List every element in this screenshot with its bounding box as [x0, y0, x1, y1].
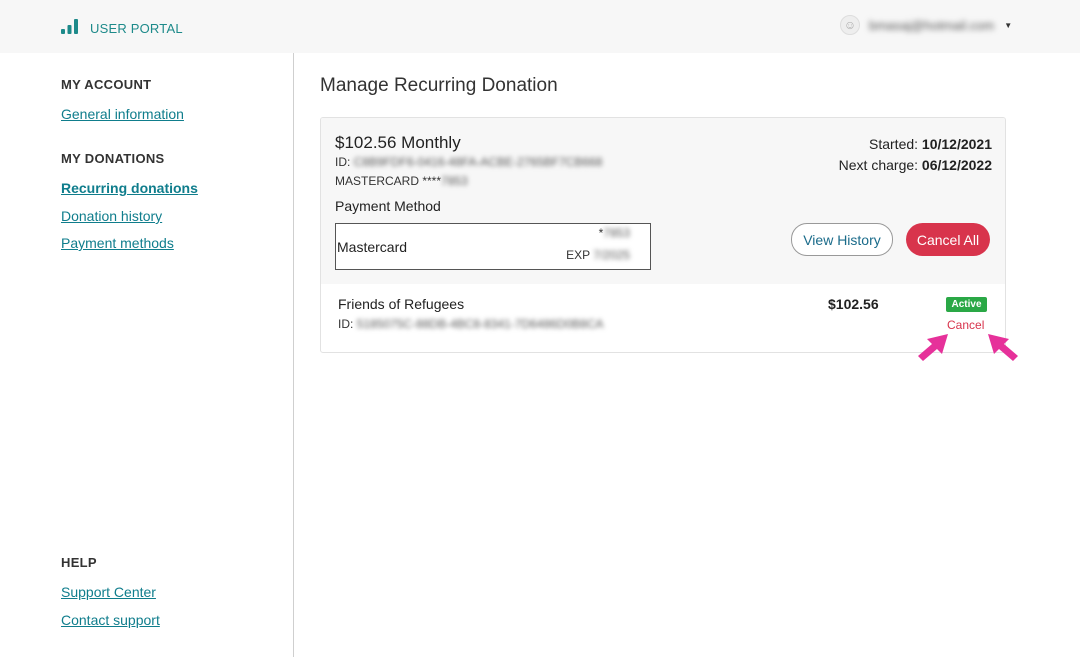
arrow-up-left-icon — [988, 334, 1018, 361]
cancel-link[interactable]: Cancel — [947, 318, 984, 332]
sidebar-link-payment-methods[interactable]: Payment methods — [61, 235, 174, 251]
payment-method-brand: Mastercard — [337, 239, 408, 255]
sidebar-link-donation-history[interactable]: Donation history — [61, 208, 162, 224]
user-email: bmasaj@hotmail.com — [869, 17, 995, 33]
sidebar-link-recurring-donations[interactable]: Recurring donations — [61, 180, 198, 196]
started-date: Started: 10/12/2021 — [839, 134, 992, 155]
donation-dates: Started: 10/12/2021 Next charge: 06/12/2… — [839, 134, 992, 176]
caret-down-icon: ▼ — [1004, 20, 1013, 30]
exp-label: EXP — [566, 248, 590, 262]
sidebar-link-general-information[interactable]: General information — [61, 106, 184, 122]
sidebar-heading-help: HELP — [61, 555, 97, 570]
next-charge-label: Next charge: — [838, 157, 919, 173]
exp-value: 7/2025 — [593, 248, 630, 262]
card-prefix: MASTERCARD **** — [335, 174, 442, 188]
recurring-donation-card: $102.56 Monthly ID: C8B9FDF6-0416-48FA-A… — [320, 117, 1006, 353]
view-history-button[interactable]: View History — [791, 223, 893, 256]
donation-item-name: Friends of Refugees — [338, 296, 465, 312]
user-menu[interactable]: ☺ bmasaj@hotmail.com ▼ — [840, 15, 1012, 35]
avatar-icon: ☺ — [840, 15, 860, 35]
signal-bars-icon — [60, 17, 80, 40]
brand-label: USER PORTAL — [90, 21, 183, 36]
next-charge-date: Next charge: 06/12/2022 — [839, 155, 992, 176]
donation-card: MASTERCARD ****7853 — [335, 174, 468, 188]
sidebar-heading-my-account: MY ACCOUNT — [61, 77, 152, 92]
sidebar-heading-my-donations: MY DONATIONS — [61, 151, 165, 166]
brand[interactable]: USER PORTAL — [60, 17, 183, 40]
next-charge-value: 06/12/2022 — [921, 157, 992, 173]
page-title: Manage Recurring Donation — [320, 75, 558, 96]
donation-id: ID: C8B9FDF6-0416-48FA-ACBE-2765BF7CB668 — [335, 155, 602, 169]
payment-method-expiry: EXP 7/2025 — [566, 248, 630, 262]
started-label: Started: — [869, 136, 919, 152]
payment-method-label: Payment Method — [335, 198, 441, 214]
sidebar-link-contact-support[interactable]: Contact support — [61, 612, 160, 628]
payment-method-last4: *7853 — [599, 226, 630, 240]
main-content: Manage Recurring Donation $102.56 Monthl… — [294, 53, 1080, 657]
sidebar: MY ACCOUNT General information MY DONATI… — [0, 53, 294, 657]
donation-id-value: C8B9FDF6-0416-48FA-ACBE-2765BF7CB668 — [353, 155, 603, 169]
donation-summary: $102.56 Monthly ID: C8B9FDF6-0416-48FA-A… — [321, 118, 1005, 284]
cancel-all-button[interactable]: Cancel All — [906, 223, 990, 256]
item-id-label: ID: — [338, 317, 354, 331]
donation-item-amount: $102.56 — [828, 296, 879, 312]
status-badge: Active — [946, 297, 987, 312]
started-value: 10/12/2021 — [921, 136, 992, 152]
donation-id-label: ID: — [335, 155, 351, 169]
payment-method-box[interactable]: Mastercard *7853 EXP 7/2025 — [335, 223, 651, 270]
donation-item-id: ID: 5185075C-88DB-4BC8-8341-7D6486D0B8CA — [338, 317, 604, 331]
sidebar-link-support-center[interactable]: Support Center — [61, 584, 156, 600]
arrow-up-right-icon — [918, 334, 948, 361]
last4-value: 7853 — [603, 226, 630, 240]
top-bar: USER PORTAL ☺ bmasaj@hotmail.com ▼ — [0, 0, 1080, 53]
card-last4: 7853 — [441, 174, 468, 188]
donation-amount-title: $102.56 Monthly — [335, 133, 461, 152]
item-id-value: 5185075C-88DB-4BC8-8341-7D6486D0B8CA — [356, 317, 604, 331]
